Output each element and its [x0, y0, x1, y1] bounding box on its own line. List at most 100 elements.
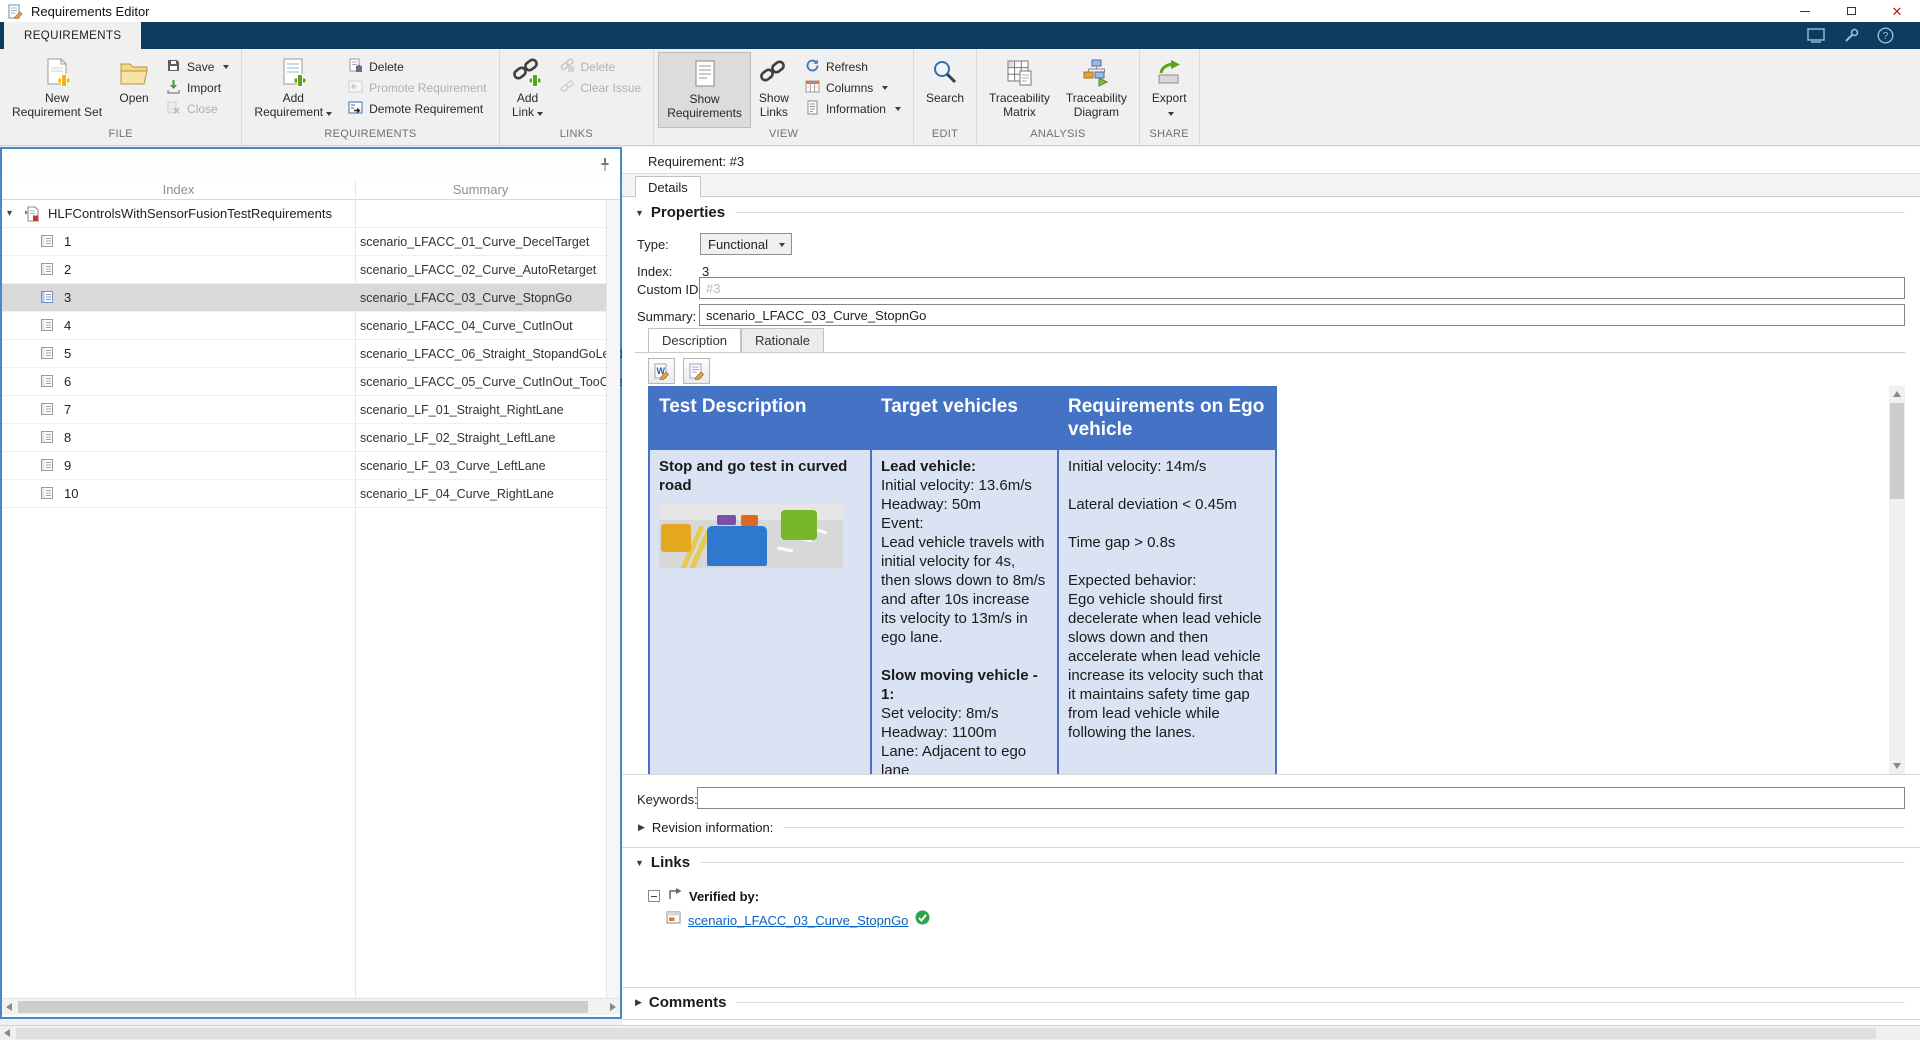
- show-requirements-icon: [692, 56, 718, 92]
- description-content: Test Description Target vehicles Require…: [622, 386, 1920, 774]
- pin-icon[interactable]: [600, 157, 610, 177]
- add-requirement-dropdown-icon: [326, 112, 332, 116]
- scrollbar-thumb[interactable]: [18, 1001, 588, 1013]
- tree-row-4[interactable]: 4 scenario_LFACC_04_Curve_CutInOut: [2, 312, 606, 340]
- collapse-chevron-icon[interactable]: ▾: [7, 208, 12, 219]
- tools-icon[interactable]: [1840, 25, 1861, 46]
- expand-triangle-icon: ▶: [638, 822, 645, 833]
- close-file-label: Close: [187, 102, 218, 116]
- scroll-left-icon[interactable]: [4, 1029, 10, 1037]
- close-icon: ✕: [1892, 5, 1903, 18]
- collapse-box-icon[interactable]: [648, 890, 660, 902]
- tree-vertical-scrollbar[interactable]: [606, 200, 620, 998]
- show-links-label-1: Show: [759, 91, 789, 105]
- tree-row-9[interactable]: 9 scenario_LF_03_Curve_LeftLane: [2, 452, 606, 480]
- link-type-icon: [667, 887, 682, 905]
- revision-section-header[interactable]: ▶ Revision information:: [638, 820, 1905, 835]
- scroll-right-icon[interactable]: [610, 1003, 616, 1011]
- minimize-button[interactable]: [1782, 0, 1828, 22]
- column-index[interactable]: Index: [2, 182, 355, 197]
- summary-label: Summary:: [637, 309, 696, 324]
- column-summary[interactable]: Summary: [355, 182, 606, 197]
- add-requirement-button[interactable]: AddRequirement: [246, 52, 340, 128]
- promote-requirement-button: Promote Requirement: [340, 77, 494, 98]
- comments-title: Comments: [649, 994, 727, 1011]
- row-summary: scenario_LF_01_Straight_RightLane: [360, 403, 564, 417]
- tree-row-6[interactable]: 6 scenario_LFACC_05_Curve_CutInOut_TooCl…: [2, 368, 606, 396]
- scroll-left-icon[interactable]: [6, 1003, 12, 1011]
- edit-text-button[interactable]: [683, 358, 710, 384]
- tree-row-8[interactable]: 8 scenario_LF_02_Straight_LeftLane: [2, 424, 606, 452]
- section-label-view: VIEW: [654, 128, 913, 145]
- type-select[interactable]: Functional: [700, 233, 792, 255]
- tab-rationale[interactable]: Rationale: [741, 328, 824, 352]
- show-requirements-label-2: Requirements: [667, 106, 742, 120]
- show-requirements-button[interactable]: ShowRequirements: [658, 52, 751, 128]
- traceability-diagram-label-2: Diagram: [1066, 105, 1127, 119]
- tree-root-row[interactable]: ▾ HLFControlsWithSensorFusionTestRequire…: [2, 200, 606, 228]
- summary-field[interactable]: [699, 304, 1905, 326]
- tree-row-1[interactable]: 1 scenario_LFACC_01_Curve_DecelTarget: [2, 228, 606, 256]
- ribbon-section-share: Export SHARE: [1140, 49, 1200, 145]
- export-label: Export: [1152, 91, 1187, 105]
- tree-horizontal-scrollbar[interactable]: [2, 998, 620, 1015]
- tree-row-5[interactable]: 5 scenario_LFACC_06_Straight_StopandGoLe…: [2, 340, 606, 368]
- information-button[interactable]: Information: [797, 98, 909, 119]
- show-links-button[interactable]: ShowLinks: [751, 52, 797, 128]
- edit-in-word-button[interactable]: W: [648, 358, 675, 384]
- custom-id-field[interactable]: [699, 277, 1905, 299]
- help-icon[interactable]: ?: [1875, 25, 1896, 46]
- tree-row-3-selected[interactable]: 3 scenario_LFACC_03_Curve_StopnGo: [2, 284, 606, 312]
- demote-requirement-button[interactable]: Demote Requirement: [340, 98, 494, 119]
- tab-description[interactable]: Description: [648, 328, 741, 352]
- tab-details[interactable]: Details: [635, 176, 701, 197]
- columns-button[interactable]: Columns: [797, 77, 909, 98]
- window-horizontal-scrollbar[interactable]: [0, 1025, 1920, 1040]
- verified-by-row[interactable]: Verified by:: [648, 887, 759, 905]
- verified-link-row: scenario_LFACC_03_Curve_StopnGo: [666, 910, 930, 930]
- traceability-matrix-button[interactable]: TraceabilityMatrix: [981, 52, 1058, 128]
- row-summary: scenario_LFACC_02_Curve_AutoRetarget: [360, 263, 596, 277]
- tab-requirements[interactable]: REQUIREMENTS: [4, 22, 141, 49]
- ribbon-section-analysis: TraceabilityMatrix TraceabilityDiagram A…: [977, 49, 1140, 145]
- links-section-header[interactable]: ▼ Links: [635, 854, 1905, 871]
- requirement-icon: [40, 346, 54, 360]
- add-requirement-icon: [278, 55, 308, 91]
- new-requirement-set-button[interactable]: NewRequirement Set: [4, 52, 110, 128]
- tree-row-2[interactable]: 2 scenario_LFACC_02_Curve_AutoRetarget: [2, 256, 606, 284]
- columns-label: Columns: [826, 81, 873, 95]
- scrollbar-thumb[interactable]: [1890, 403, 1904, 499]
- row-summary: scenario_LF_04_Curve_RightLane: [360, 487, 554, 501]
- comments-section-header[interactable]: ▶ Comments: [635, 994, 1905, 1011]
- tree-row-10[interactable]: 10 scenario_LF_04_Curve_RightLane: [2, 480, 606, 508]
- lead-line: Lead vehicle travels with initial veloci…: [881, 533, 1048, 647]
- delete-requirement-button[interactable]: Delete: [340, 56, 494, 77]
- scroll-up-icon[interactable]: [1893, 391, 1901, 397]
- add-link-button[interactable]: AddLink: [504, 52, 552, 128]
- save-button[interactable]: Save: [158, 56, 237, 77]
- refresh-button[interactable]: Refresh: [797, 56, 909, 77]
- properties-section-header[interactable]: ▼ Properties: [635, 204, 1905, 221]
- close-button[interactable]: ✕: [1874, 0, 1920, 22]
- description-vertical-scrollbar[interactable]: [1889, 386, 1905, 774]
- keywords-field[interactable]: [697, 787, 1905, 809]
- vehicle-blue-ego: [707, 526, 767, 566]
- tree-row-7[interactable]: 7 scenario_LF_01_Straight_RightLane: [2, 396, 606, 424]
- verified-by-link[interactable]: scenario_LFACC_03_Curve_StopnGo: [688, 913, 908, 928]
- ego-line: Initial velocity: 14m/s: [1068, 457, 1266, 476]
- scroll-down-icon[interactable]: [1893, 763, 1901, 769]
- maximize-button[interactable]: [1828, 0, 1874, 22]
- section-label-file: FILE: [0, 128, 241, 145]
- section-rule: [783, 827, 1905, 828]
- new-requirement-set-label-1: New: [12, 91, 102, 105]
- search-button[interactable]: Search: [918, 52, 972, 128]
- table-header-test-description: Test Description: [649, 387, 871, 449]
- export-button[interactable]: Export: [1144, 52, 1195, 128]
- layout-icon[interactable]: [1805, 25, 1826, 46]
- import-button[interactable]: Import: [158, 77, 237, 98]
- traceability-diagram-button[interactable]: TraceabilityDiagram: [1058, 52, 1135, 128]
- ribbon-section-links: AddLink Delete Clear Issue LINKS: [500, 49, 655, 145]
- scrollbar-thumb[interactable]: [16, 1028, 1876, 1039]
- lead-line: Initial velocity: 13.6m/s: [881, 476, 1048, 495]
- open-button[interactable]: Open: [110, 52, 158, 128]
